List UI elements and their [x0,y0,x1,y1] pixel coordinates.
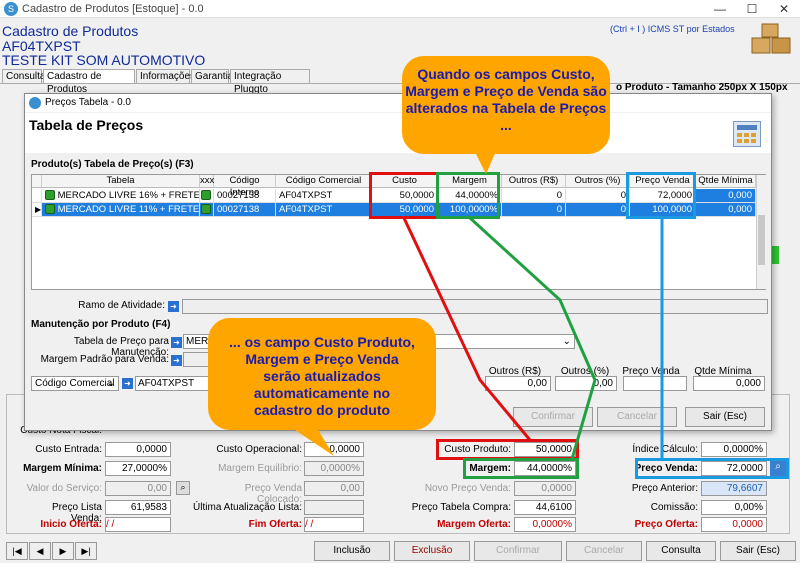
callout-bottom: ... os campo Custo Produto, Margem e Pre… [208,318,436,430]
callout-top: Quando os campos Custo, Margem e Preço d… [402,56,610,154]
green-connector [468,216,597,460]
connector-lines [250,142,664,460]
